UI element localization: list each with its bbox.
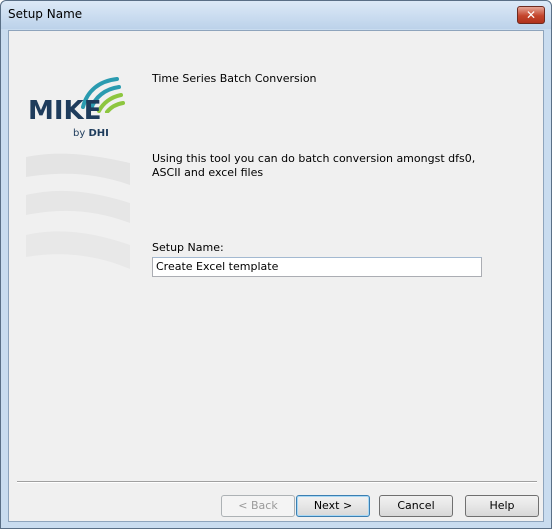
setup-name-input[interactable]: Create Excel template	[152, 257, 482, 277]
setup-name-dialog: Setup Name ✕ MIKE by DHI Time Series Bat…	[0, 0, 552, 529]
dialog-body: MIKE by DHI Time Series Batch Conversion…	[8, 30, 544, 522]
logo-brand: DHI	[88, 128, 109, 139]
mike-logo: MIKE by DHI	[25, 71, 135, 151]
description-text: Using this tool you can do batch convers…	[152, 152, 476, 179]
back-button[interactable]: < Back	[221, 495, 295, 517]
close-button[interactable]: ✕	[517, 6, 545, 24]
logo-byline: by DHI	[73, 128, 109, 139]
logo-by-text: by	[73, 128, 86, 139]
setup-name-label: Setup Name:	[152, 241, 224, 254]
help-button[interactable]: Help	[465, 495, 539, 517]
window-title: Setup Name	[8, 7, 83, 21]
logo-wordmark: MIKE	[28, 96, 102, 126]
cancel-button[interactable]: Cancel	[379, 495, 453, 517]
wave-watermark-icon	[26, 153, 130, 269]
next-button[interactable]: Next >	[296, 495, 370, 517]
page-heading: Time Series Batch Conversion	[152, 72, 317, 85]
title-bar[interactable]: Setup Name ✕	[1, 1, 551, 29]
divider	[17, 481, 537, 483]
close-icon: ✕	[525, 8, 537, 22]
